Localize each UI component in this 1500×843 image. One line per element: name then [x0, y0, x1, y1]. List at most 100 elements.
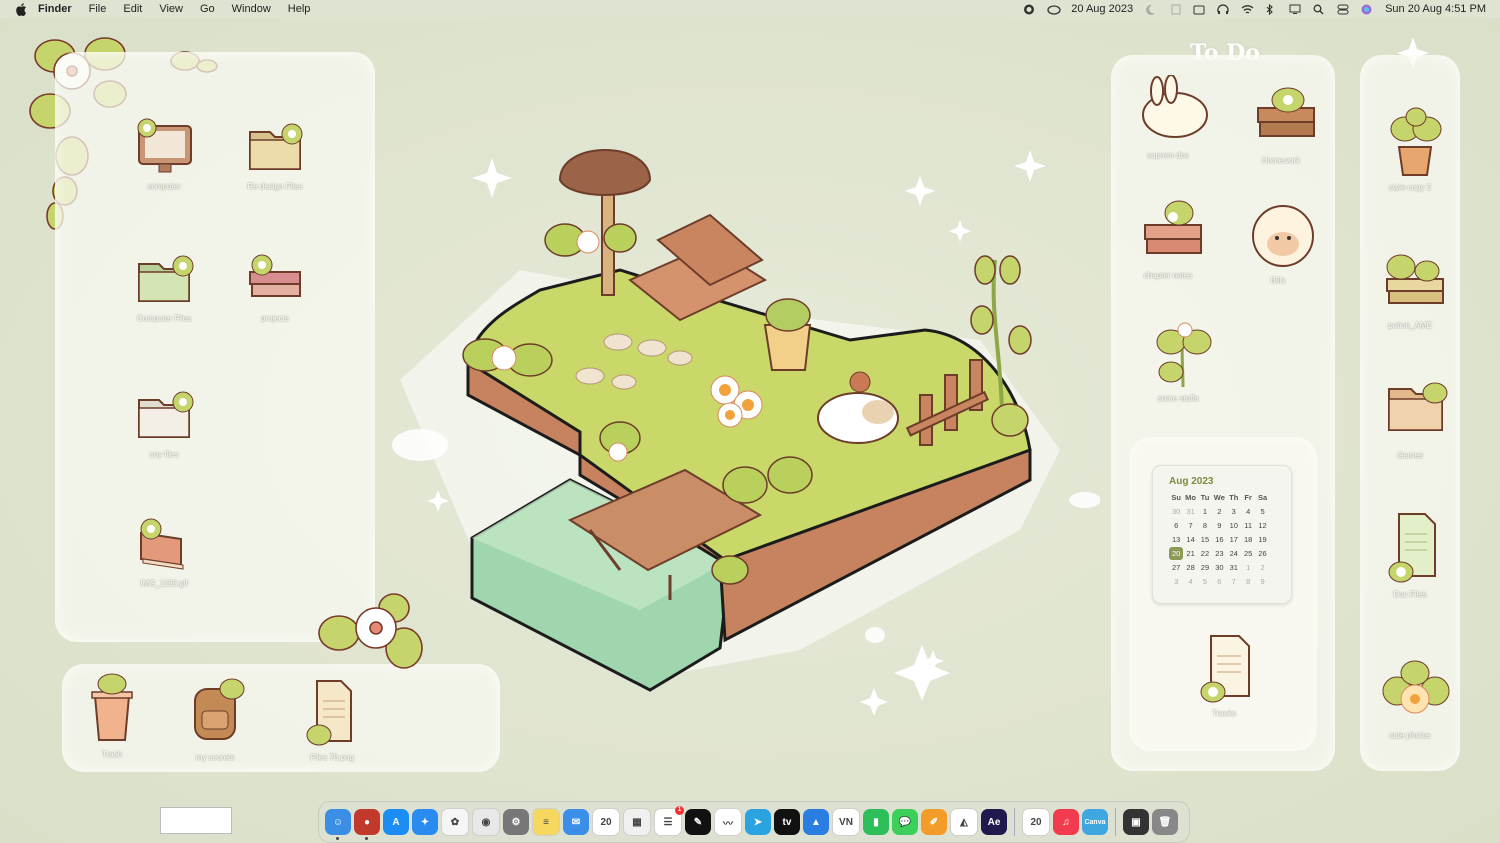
display-icon[interactable]	[1289, 4, 1301, 15]
desktop-icon-doc-files[interactable]: Doc Files	[1365, 508, 1455, 599]
dock-affinity-icon[interactable]: ◭	[950, 808, 978, 836]
desktop-icon-tracks[interactable]: Tracks	[1179, 630, 1269, 718]
calendar-day[interactable]: 5	[1198, 575, 1212, 588]
calendar-day[interactable]: 12	[1255, 519, 1269, 532]
calendar-day[interactable]: 8	[1198, 519, 1212, 532]
calendar-day[interactable]: 6	[1212, 575, 1226, 588]
calendar-day[interactable]: 7	[1183, 519, 1197, 532]
calendar-day[interactable]: 14	[1183, 533, 1197, 546]
dock-app-store-icon[interactable]: A	[383, 809, 409, 835]
dock-screen-recorder-icon[interactable]: ▣	[1123, 809, 1149, 835]
calendar-day[interactable]: 28	[1183, 561, 1197, 574]
desktop-icon-games[interactable]: Games	[1365, 375, 1455, 460]
calendar-day[interactable]: 10	[1227, 519, 1241, 532]
menu-go[interactable]: Go	[200, 3, 215, 15]
siri-icon[interactable]	[1361, 4, 1373, 15]
dock-music-icon[interactable]: ♫	[1053, 809, 1079, 835]
desktop-icon-chapter-notes[interactable]: chapter notes	[1123, 195, 1213, 280]
dock-system-settings-icon[interactable]: ⚙	[503, 809, 529, 835]
desktop-icon-my-secrets[interactable]: my secrets	[170, 675, 260, 762]
desktop-icon-computer[interactable]: computer	[119, 118, 209, 191]
calendar-day[interactable]: 8	[1241, 575, 1255, 588]
desktop-icon-potion-ame[interactable]: potion_AME	[1365, 245, 1455, 330]
dock-telegram-icon[interactable]: ➤	[745, 809, 771, 835]
desktop-icon-trash[interactable]: Trash	[67, 672, 157, 759]
desktop-icon-cute-photos[interactable]: cute photos	[1365, 655, 1455, 740]
calendar-widget[interactable]: Aug 2023 Su Mo Tu We Th Fr Sa 30 31 1 2 3 4 5 6 7 8 9 10 11…	[1152, 465, 1292, 604]
calendar-day[interactable]: 4	[1183, 575, 1197, 588]
calendar-day[interactable]: 31	[1183, 505, 1197, 518]
dock-vn-editor-icon[interactable]: VN	[832, 808, 860, 836]
dock-calendar-2-icon[interactable]: 20	[1022, 808, 1050, 836]
dock-trash-icon[interactable]: 🗑	[1152, 809, 1178, 835]
calendar-day[interactable]: 13	[1169, 533, 1183, 546]
calendar-today[interactable]: 20	[1169, 547, 1184, 560]
menu-file[interactable]: File	[89, 3, 107, 15]
calendar-day[interactable]: 19	[1255, 533, 1269, 546]
dock-notes-icon[interactable]: ≡	[532, 808, 560, 836]
dock-canva-icon[interactable]: Canva	[1082, 809, 1108, 835]
calendar-day[interactable]: 3	[1169, 575, 1183, 588]
desktop-icon-redesign-files[interactable]: Re design Files	[230, 118, 320, 191]
dock-safari-icon[interactable]: ✦	[412, 809, 438, 835]
dock-app-black-icon[interactable]: ✎	[685, 809, 711, 835]
calendar-day[interactable]: 4	[1241, 505, 1255, 518]
dock-app-red-face-icon[interactable]: ●	[354, 809, 380, 840]
desktop-icon-some-stuffs[interactable]: some stuffs	[1133, 312, 1223, 403]
calendar-day[interactable]: 6	[1169, 519, 1183, 532]
dock-reminders-icon[interactable]: ☰ 1	[654, 806, 684, 836]
calendar-day[interactable]: 3	[1227, 505, 1241, 518]
search-icon[interactable]	[1313, 4, 1325, 15]
dock-keynote-icon[interactable]: ▲	[803, 809, 829, 835]
calendar-day[interactable]: 15	[1198, 533, 1212, 546]
calendar-day[interactable]: 29	[1198, 561, 1212, 574]
calendar-day[interactable]: 31	[1227, 561, 1241, 574]
calendar-day[interactable]: 24	[1227, 547, 1241, 560]
desktop-icon-computer-files[interactable]: Computer Files	[119, 250, 209, 323]
dock-mail-icon[interactable]: ✉	[563, 809, 589, 835]
dock-calendar-icon[interactable]: 20	[592, 808, 620, 836]
desktop-icon-suprem-doc[interactable]: suprem doc	[1123, 74, 1213, 160]
desktop-icon-style-copy-2[interactable]: style copy 2	[1365, 105, 1455, 192]
window-icon[interactable]	[1193, 4, 1205, 15]
wifi-icon[interactable]	[1241, 4, 1254, 15]
calendar-day[interactable]: 25	[1241, 547, 1255, 560]
menu-date[interactable]: 20 Aug 2023	[1071, 3, 1133, 15]
calendar-day[interactable]: 22	[1198, 547, 1212, 560]
desktop-icon-img-1183[interactable]: IMG_1183.gif	[119, 515, 209, 588]
dock-after-effects-icon[interactable]: Ae	[981, 809, 1007, 835]
dock-launchpad-icon[interactable]: ▦	[623, 808, 651, 836]
dock-freeform-icon[interactable]: 〰	[714, 808, 742, 836]
app-status-icon[interactable]	[1023, 4, 1035, 15]
menu-app-name[interactable]: Finder	[38, 3, 72, 15]
desktop-icon-bills[interactable]: Bills	[1233, 200, 1323, 285]
calendar-day[interactable]: 30	[1169, 505, 1183, 518]
calendar-day[interactable]: 17	[1227, 533, 1241, 546]
dock-finder-icon[interactable]: ☺	[325, 809, 351, 840]
headphones-icon[interactable]	[1217, 3, 1229, 15]
dock-chrome-icon[interactable]: ◉	[472, 808, 500, 836]
menu-edit[interactable]: Edit	[123, 3, 142, 15]
stage-manager-icon[interactable]	[1169, 4, 1181, 15]
calendar-day[interactable]: 16	[1212, 533, 1226, 546]
moon-icon[interactable]	[1145, 4, 1157, 15]
calendar-day[interactable]: 9	[1212, 519, 1226, 532]
apple-icon[interactable]	[14, 2, 28, 16]
calendar-day[interactable]: 18	[1241, 533, 1255, 546]
calendar-day[interactable]: 7	[1227, 575, 1241, 588]
calendar-day[interactable]: 9	[1255, 575, 1269, 588]
dock-numbers-icon[interactable]: ▮	[863, 809, 889, 835]
calendar-day[interactable]: 21	[1183, 547, 1197, 560]
dock-pages-icon[interactable]: ✐	[921, 809, 947, 835]
desktop-icon-projects[interactable]: projects	[230, 250, 320, 323]
cloud-sync-icon[interactable]	[1047, 4, 1061, 15]
control-center-icon[interactable]	[1337, 4, 1349, 15]
calendar-day[interactable]: 26	[1255, 547, 1269, 560]
menu-clock[interactable]: Sun 20 Aug 4:51 PM	[1385, 3, 1486, 15]
menu-window[interactable]: Window	[232, 3, 271, 15]
menu-view[interactable]: View	[159, 3, 183, 15]
calendar-day[interactable]: 2	[1212, 505, 1226, 518]
calendar-day[interactable]: 27	[1169, 561, 1183, 574]
calendar-day[interactable]: 1	[1241, 561, 1255, 574]
desktop-icon-homework[interactable]: Homework	[1236, 80, 1326, 165]
